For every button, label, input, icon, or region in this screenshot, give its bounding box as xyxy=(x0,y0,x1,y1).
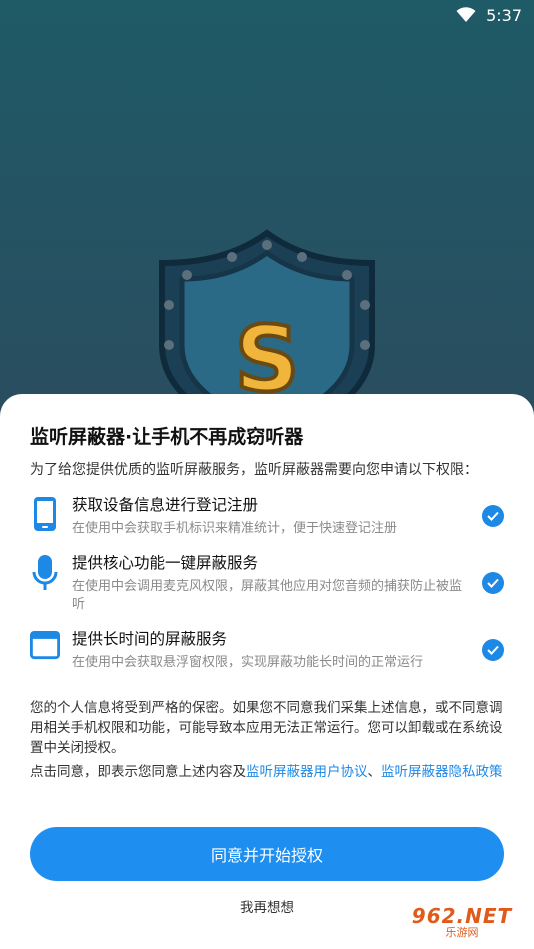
agreement-prefix: 点击同意，即表示您同意上述内容及 xyxy=(30,764,246,780)
phone-icon xyxy=(30,494,60,538)
check-icon[interactable] xyxy=(482,639,504,661)
permission-desc: 在使用中会获取手机标识来精准统计，便于快速登记注册 xyxy=(72,521,398,536)
user-agreement-link[interactable]: 监听屏蔽器用户协议 xyxy=(246,764,368,780)
permission-item-overlay: 提供长时间的屏蔽服务 在使用中会获取悬浮窗权限，实现屏蔽功能长时间的正常运行 xyxy=(30,628,504,672)
check-icon[interactable] xyxy=(482,572,504,594)
watermark-top: 962.NET xyxy=(411,904,513,928)
permission-title: 获取设备信息进行登记注册 xyxy=(72,496,259,514)
permission-item-device: 获取设备信息进行登记注册 在使用中会获取手机标识来精准统计，便于快速登记注册 xyxy=(30,494,504,538)
permission-title: 提供核心功能一键屏蔽服务 xyxy=(72,554,259,572)
dialog-intro: 为了给您提供优质的监听屏蔽服务，监听屏蔽器需要向您申请以下权限： xyxy=(30,462,478,478)
dialog-title: 监听屏蔽器·让手机不再成窃听器 xyxy=(30,426,304,448)
permission-title: 提供长时间的屏蔽服务 xyxy=(72,630,228,648)
check-icon[interactable] xyxy=(482,505,504,527)
agree-button[interactable]: 同意并开始授权 xyxy=(30,827,504,881)
agreement-separator: 、 xyxy=(367,764,382,780)
microphone-icon xyxy=(30,552,60,614)
permission-desc: 在使用中会调用麦克风权限，屏蔽其他应用对您音频的捕获防止被监听 xyxy=(72,579,463,612)
permission-desc: 在使用中会获取悬浮窗权限，实现屏蔽功能长时间的正常运行 xyxy=(72,655,424,670)
site-watermark: 962.NET 乐游网 xyxy=(396,903,528,943)
window-icon xyxy=(30,628,60,672)
privacy-notice: 您的个人信息将受到严格的保密。如果您不同意我们采集上述信息，或不同意调用相关手机… xyxy=(30,700,503,756)
watermark-bottom: 乐游网 xyxy=(445,926,479,939)
wifi-icon xyxy=(456,7,476,23)
privacy-policy-link[interactable]: 监听屏蔽器隐私政策 xyxy=(381,764,503,780)
permission-dialog: 监听屏蔽器·让手机不再成窃听器 为了给您提供优质的监听屏蔽服务，监听屏蔽器需要向… xyxy=(0,394,534,949)
status-time: 5:37 xyxy=(486,5,522,25)
status-bar: 5:37 xyxy=(0,0,534,30)
agreement-text: 点击同意，即表示您同意上述内容及监听屏蔽器用户协议、监听屏蔽器隐私政策 xyxy=(30,762,504,782)
permission-item-microphone: 提供核心功能一键屏蔽服务 在使用中会调用麦克风权限，屏蔽其他应用对您音频的捕获防… xyxy=(30,552,504,614)
